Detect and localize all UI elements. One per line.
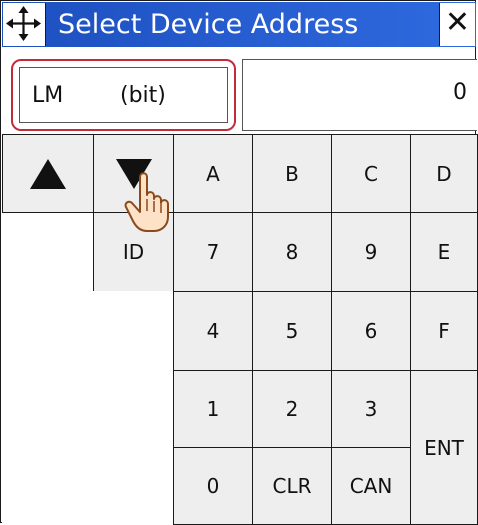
dialog-title: Select Device Address	[58, 9, 359, 40]
close-button[interactable]: ✕	[439, 3, 475, 46]
key-9[interactable]: 9	[331, 212, 411, 292]
key-d[interactable]: D	[410, 134, 478, 213]
up-arrow-icon	[30, 158, 66, 189]
key-b[interactable]: B	[252, 134, 332, 213]
key-e[interactable]: E	[410, 212, 478, 292]
dialog-titlebar[interactable]: Select Device Address ✕	[2, 2, 476, 47]
key-f[interactable]: F	[410, 291, 478, 371]
id-button[interactable]: ID	[93, 212, 174, 292]
address-value: 0	[453, 80, 467, 105]
key-3[interactable]: 3	[331, 370, 411, 448]
cancel-button[interactable]: CAN	[331, 447, 411, 525]
device-selector[interactable]: LM (bit)	[19, 67, 228, 123]
key-1[interactable]: 1	[173, 370, 253, 448]
enter-button[interactable]: ENT	[410, 370, 478, 525]
key-6[interactable]: 6	[331, 291, 411, 371]
device-name: LM	[32, 83, 64, 108]
key-a[interactable]: A	[173, 134, 253, 213]
down-arrow-button[interactable]	[93, 134, 174, 213]
select-device-dialog: Select Device Address ✕ LM (bit) 0 A B C…	[0, 0, 478, 525]
up-arrow-button[interactable]	[2, 134, 94, 213]
key-4[interactable]: 4	[173, 291, 253, 371]
key-0[interactable]: 0	[173, 447, 253, 525]
clear-button[interactable]: CLR	[252, 447, 332, 525]
down-arrow-icon	[115, 158, 152, 189]
device-selector-highlight: LM (bit)	[11, 59, 236, 131]
key-8[interactable]: 8	[252, 212, 332, 292]
key-2[interactable]: 2	[252, 370, 332, 448]
key-c[interactable]: C	[331, 134, 411, 213]
key-7[interactable]: 7	[173, 212, 253, 292]
keypad-blank-area	[2, 213, 93, 523]
move-arrows-icon[interactable]	[3, 3, 46, 46]
keypad-blank-area-2	[93, 291, 173, 523]
key-5[interactable]: 5	[252, 291, 332, 371]
device-type: (bit)	[120, 83, 166, 108]
address-value-field[interactable]: 0	[242, 59, 477, 131]
